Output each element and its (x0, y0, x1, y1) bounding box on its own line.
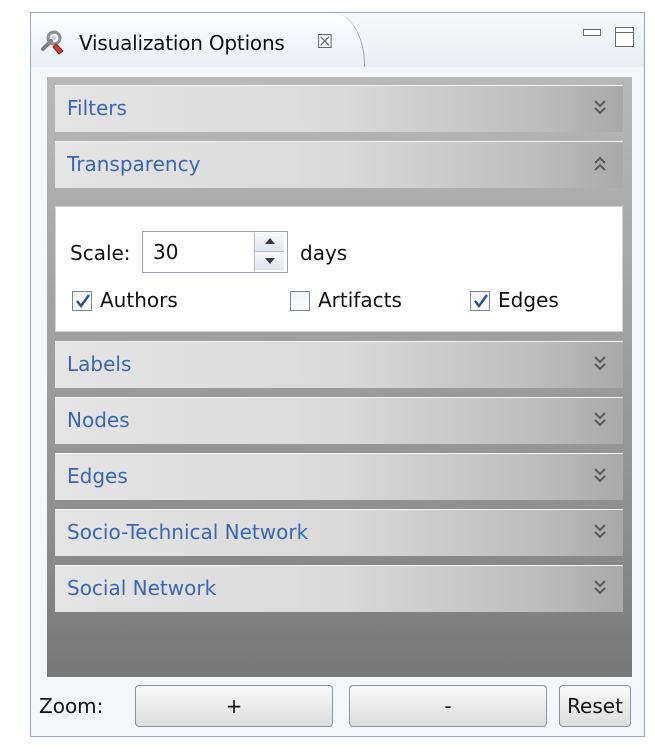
collapse-chevron-icon[interactable] (592, 154, 608, 174)
section-title-nodes: Nodes (67, 408, 130, 432)
artifacts-checkbox[interactable] (290, 291, 310, 311)
section-transparency[interactable]: Transparency (55, 141, 623, 188)
section-labels[interactable]: Labels (55, 341, 623, 388)
options-content: Filters Transparency Scale: 30 days Auth… (47, 77, 632, 677)
section-socio-technical-network[interactable]: Socio-Technical Network (55, 509, 623, 556)
section-title-labels: Labels (67, 352, 132, 376)
expand-chevron-icon[interactable] (592, 354, 608, 374)
transparency-panel: Scale: 30 days Authors Artifacts Edges (55, 206, 623, 332)
zoom-bar: Zoom: + - Reset (39, 685, 637, 731)
maximize-icon[interactable] (615, 27, 634, 47)
scale-label: Scale: (70, 241, 131, 265)
edges-checkbox[interactable] (470, 291, 490, 311)
expand-chevron-icon[interactable] (592, 578, 608, 598)
section-filters[interactable]: Filters (55, 85, 623, 132)
scale-unit-label: days (300, 241, 348, 265)
view-tab-bar: Visualization Options ☒ (31, 13, 644, 67)
expand-chevron-icon[interactable] (592, 98, 608, 118)
minimize-icon[interactable] (583, 27, 601, 36)
spinner-buttons (254, 233, 284, 271)
section-title-social-network: Social Network (67, 576, 217, 600)
spin-up-arrow-icon[interactable] (255, 233, 284, 252)
section-title-socio-technical-network: Socio-Technical Network (67, 520, 309, 544)
expand-chevron-icon[interactable] (592, 522, 608, 542)
expand-chevron-icon[interactable] (592, 410, 608, 430)
zoom-out-button[interactable]: - (349, 685, 547, 727)
authors-label: Authors (100, 288, 178, 312)
section-edges[interactable]: Edges (55, 453, 623, 500)
section-title-edges: Edges (67, 464, 128, 488)
section-social-network[interactable]: Social Network (55, 565, 623, 612)
view-tab[interactable]: Visualization Options ☒ (31, 13, 365, 67)
section-title-transparency: Transparency (67, 152, 201, 176)
artifacts-label: Artifacts (318, 288, 402, 312)
spin-down-arrow-icon[interactable] (255, 252, 284, 270)
checkmark-icon (474, 294, 488, 308)
wrench-plug-icon (39, 29, 67, 55)
zoom-label: Zoom: (39, 694, 104, 718)
close-icon[interactable]: ☒ (313, 30, 337, 54)
section-title-filters: Filters (67, 96, 127, 120)
visualization-options-view: Visualization Options ☒ Filters Transpar… (30, 12, 645, 737)
zoom-in-button[interactable]: + (135, 685, 333, 727)
view-tab-title: Visualization Options (79, 31, 285, 55)
edges-label: Edges (498, 288, 559, 312)
section-nodes[interactable]: Nodes (55, 397, 623, 444)
scale-spinner[interactable]: 30 (142, 231, 288, 273)
reset-button[interactable]: Reset (559, 685, 631, 727)
checkmark-icon (76, 294, 90, 308)
expand-chevron-icon[interactable] (592, 466, 608, 486)
scale-value[interactable]: 30 (153, 240, 178, 264)
authors-checkbox[interactable] (72, 291, 92, 311)
